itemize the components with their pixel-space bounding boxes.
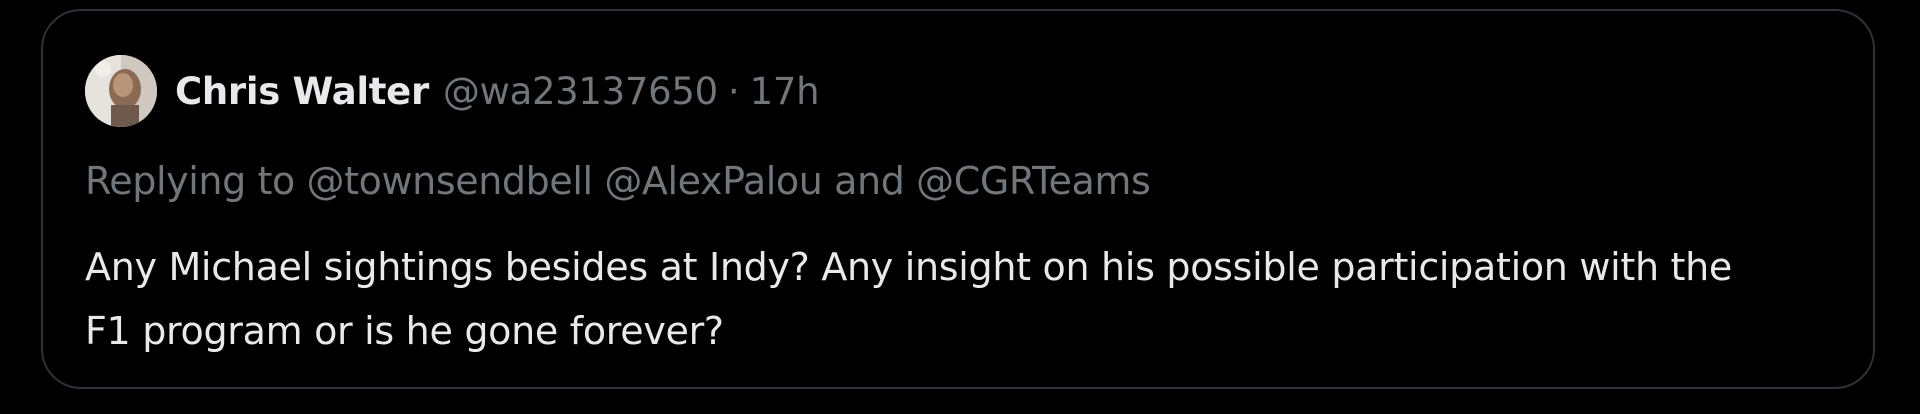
mention-townsendbell[interactable]: @townsendbell (307, 159, 594, 203)
tweet-timestamp[interactable]: 17h (750, 70, 820, 113)
author-display-name[interactable]: Chris Walter (175, 70, 429, 113)
replying-to-line: Replying to @townsendbell @AlexPalou and… (85, 159, 1151, 203)
mention-cgrteams[interactable]: @CGRTeams (916, 159, 1151, 203)
author-handle[interactable]: @wa23137650 (443, 70, 718, 113)
quoted-tweet-card[interactable]: Chris Walter @wa23137650 · 17h Replying … (41, 9, 1875, 389)
tweet-header: Chris Walter @wa23137650 · 17h (85, 55, 820, 127)
avatar-image (85, 55, 157, 127)
avatar[interactable] (85, 55, 157, 127)
tweet-text: Any Michael sightings besides at Indy? A… (85, 245, 1733, 353)
mention-alexpalou[interactable]: @AlexPalou (604, 159, 823, 203)
replying-conjunction: and (834, 159, 905, 203)
header-separator: · (727, 69, 740, 113)
replying-prefix: Replying to (85, 159, 295, 203)
